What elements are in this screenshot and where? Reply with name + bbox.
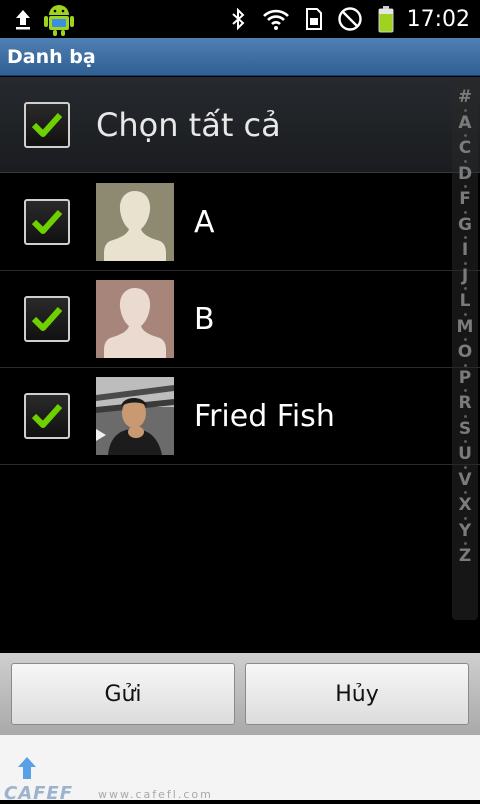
index-letter[interactable]: G bbox=[458, 214, 472, 237]
upload-icon bbox=[14, 0, 32, 38]
check-icon bbox=[31, 403, 63, 428]
watermark-logo: CAFEF bbox=[4, 783, 74, 804]
select-all-label: Chọn tất cả bbox=[96, 105, 281, 144]
button-bar: Gửi Hủy bbox=[0, 653, 480, 735]
title-bar: Danh bạ bbox=[0, 38, 480, 76]
select-all-row[interactable]: Chọn tất cả bbox=[0, 77, 480, 173]
footer: CAFEF www.cafefl.com bbox=[0, 735, 480, 804]
contact-checkbox[interactable] bbox=[24, 199, 70, 245]
select-all-checkbox[interactable] bbox=[24, 101, 70, 148]
index-letter[interactable]: Z bbox=[459, 545, 471, 568]
index-letter[interactable]: I bbox=[462, 239, 468, 262]
index-letter[interactable]: V bbox=[458, 469, 471, 492]
cancel-button[interactable]: Hủy bbox=[245, 663, 469, 725]
sim-icon bbox=[305, 0, 323, 38]
contact-checkbox[interactable] bbox=[24, 393, 70, 439]
index-letter[interactable]: M bbox=[457, 316, 474, 339]
check-icon bbox=[31, 306, 63, 331]
index-letter[interactable]: X bbox=[458, 494, 471, 517]
no-sign-icon bbox=[337, 0, 363, 38]
android-icon bbox=[42, 0, 76, 38]
contact-checkbox[interactable] bbox=[24, 296, 70, 342]
photo-avatar bbox=[96, 377, 174, 455]
contact-list: A B Fried Fish bbox=[0, 174, 480, 465]
index-letter[interactable]: S bbox=[459, 418, 471, 441]
status-bar: 17:02 bbox=[0, 0, 480, 38]
index-letter[interactable]: F bbox=[459, 188, 471, 211]
index-letter[interactable]: J bbox=[462, 265, 468, 288]
check-icon bbox=[31, 209, 63, 234]
index-letter[interactable]: # bbox=[458, 86, 472, 109]
index-letter[interactable]: D bbox=[458, 163, 472, 186]
check-icon bbox=[31, 112, 63, 137]
index-letter[interactable]: P bbox=[459, 367, 471, 390]
contact-row[interactable]: B bbox=[0, 271, 480, 368]
index-letter[interactable]: U bbox=[458, 443, 472, 466]
bluetooth-icon bbox=[231, 0, 245, 38]
index-letter[interactable]: Y bbox=[459, 520, 471, 543]
battery-icon bbox=[377, 0, 395, 38]
index-letter[interactable]: L bbox=[460, 290, 471, 313]
index-letter[interactable]: O bbox=[458, 341, 472, 364]
index-letter[interactable]: C bbox=[459, 137, 471, 160]
contact-name: A bbox=[194, 204, 215, 240]
contact-name: B bbox=[194, 301, 215, 337]
contact-name: Fried Fish bbox=[194, 398, 335, 434]
default-avatar-icon bbox=[96, 280, 174, 358]
contact-row[interactable]: A bbox=[0, 174, 480, 271]
index-letter[interactable]: R bbox=[458, 392, 471, 415]
index-letter[interactable]: A bbox=[458, 112, 471, 135]
send-button[interactable]: Gửi bbox=[11, 663, 235, 725]
clock: 17:02 bbox=[406, 6, 470, 32]
page-title: Danh bạ bbox=[7, 45, 96, 68]
contact-row[interactable]: Fried Fish bbox=[0, 368, 480, 465]
default-avatar-icon bbox=[96, 183, 174, 261]
wifi-icon bbox=[261, 0, 291, 38]
watermark-url: www.cafefl.com bbox=[98, 788, 213, 801]
alphabet-index[interactable]: # A C D F G I J L M O P R S U V X Y Z bbox=[452, 82, 478, 620]
